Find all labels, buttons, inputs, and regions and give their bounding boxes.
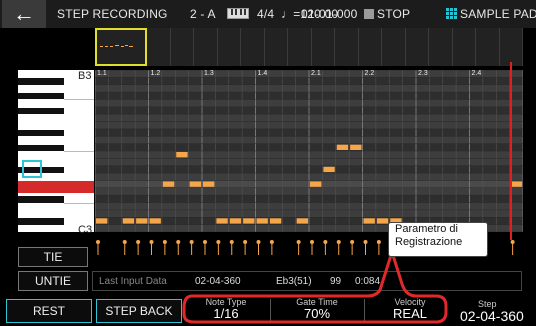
beat-label: 1.4: [257, 70, 268, 77]
note-stem-head: [96, 240, 100, 244]
song-position: 01-01-000: [301, 7, 358, 21]
annotation-callout: Parametro di Registrazione: [388, 222, 488, 257]
active-key-highlight: [18, 181, 94, 193]
black-key[interactable]: [18, 196, 64, 203]
overview-cell[interactable]: [359, 28, 382, 66]
overview-cell[interactable]: [476, 28, 500, 66]
step-back-button[interactable]: STEP BACK: [96, 299, 182, 323]
overview-cell[interactable]: [335, 28, 359, 66]
stop-icon: [364, 9, 374, 19]
black-key[interactable]: [18, 107, 64, 115]
overview-selection[interactable]: [95, 28, 147, 66]
note-block[interactable]: [96, 218, 108, 224]
beat-label: 1.2: [150, 70, 161, 77]
white-key-divider: [64, 202, 94, 204]
key-selection-cursor: [22, 160, 42, 178]
white-key-divider: [64, 151, 94, 152]
black-key[interactable]: [18, 93, 64, 100]
note-stem-head: [136, 240, 141, 244]
note-block[interactable]: [162, 181, 175, 187]
note-block[interactable]: [189, 181, 201, 187]
white-key-divider: [64, 99, 94, 101]
overview-cell[interactable]: [500, 28, 523, 66]
overview-cell[interactable]: [194, 28, 218, 66]
note-block[interactable]: [149, 218, 161, 224]
key-label-b3: B3: [78, 70, 92, 82]
note-block[interactable]: [350, 144, 362, 150]
key-label-c3: C3: [78, 224, 93, 236]
overview-cell[interactable]: [171, 28, 194, 66]
note-block[interactable]: [176, 152, 188, 158]
overview-cell[interactable]: [406, 28, 429, 66]
piano-keyboard[interactable]: [18, 70, 94, 232]
note-block[interactable]: [323, 166, 335, 173]
transport-status: STOP: [377, 7, 411, 21]
pattern-overview[interactable]: [95, 28, 523, 66]
tie-button[interactable]: TIE: [18, 247, 88, 267]
time-signature: 4/4: [257, 7, 275, 21]
rest-button[interactable]: REST: [6, 299, 92, 323]
callout-line-2: Registrazione: [395, 236, 463, 248]
page-title: STEP RECORDING: [57, 7, 168, 21]
note-block[interactable]: [203, 181, 215, 187]
step-value: 02-04-360: [460, 308, 524, 324]
beat-label: 2.3: [418, 70, 428, 77]
note-block[interactable]: [336, 144, 349, 150]
note-block[interactable]: [136, 218, 148, 224]
beat-label: 2.1: [311, 70, 321, 77]
beat-label: 2.4: [471, 70, 482, 77]
playhead-line: [510, 62, 512, 240]
overview-cell[interactable]: [429, 28, 453, 66]
back-arrow-icon[interactable]: ←: [2, 0, 46, 28]
overview-cell[interactable]: [288, 28, 312, 66]
black-key[interactable]: [18, 144, 64, 151]
black-key[interactable]: [18, 78, 64, 85]
overview-cell[interactable]: [218, 28, 241, 66]
step-grid-canvas[interactable]: [95, 70, 523, 232]
note-stem-head: [162, 240, 167, 244]
note-stem-head: [149, 240, 154, 244]
overview-thumbnail: [100, 45, 133, 47]
untie-button[interactable]: UNTIE: [18, 271, 88, 291]
overview-cell[interactable]: [265, 28, 288, 66]
note-block[interactable]: [510, 181, 522, 187]
overview-cell[interactable]: [241, 28, 265, 66]
beat-label: 1.1: [97, 70, 107, 77]
note-stem-head: [122, 240, 127, 244]
note-block[interactable]: [310, 181, 322, 187]
step-grid[interactable]: 1.1 1.2 1.3 1.4 2.1 2.2 2.3 2.4: [95, 70, 523, 232]
track-indicator: 2 - A: [190, 7, 216, 21]
last-input-label: Last Input Data: [99, 276, 167, 287]
keyboard-icon: [227, 8, 249, 19]
pad-grid-icon: [446, 8, 457, 19]
overview-cell[interactable]: [382, 28, 406, 66]
note-block[interactable]: [122, 218, 135, 224]
beat-label: 2.2: [364, 70, 375, 77]
callout-line-1: Parametro di: [395, 223, 458, 235]
note-stem-head: [510, 240, 515, 244]
overview-cell[interactable]: [453, 28, 476, 66]
pad-mode: SAMPLE PAD: [460, 7, 536, 21]
black-key[interactable]: [18, 218, 64, 225]
overview-cell[interactable]: [312, 28, 335, 66]
overview-cell[interactable]: [147, 28, 171, 66]
beat-label: 1.3: [204, 70, 214, 77]
black-key[interactable]: [18, 129, 64, 137]
